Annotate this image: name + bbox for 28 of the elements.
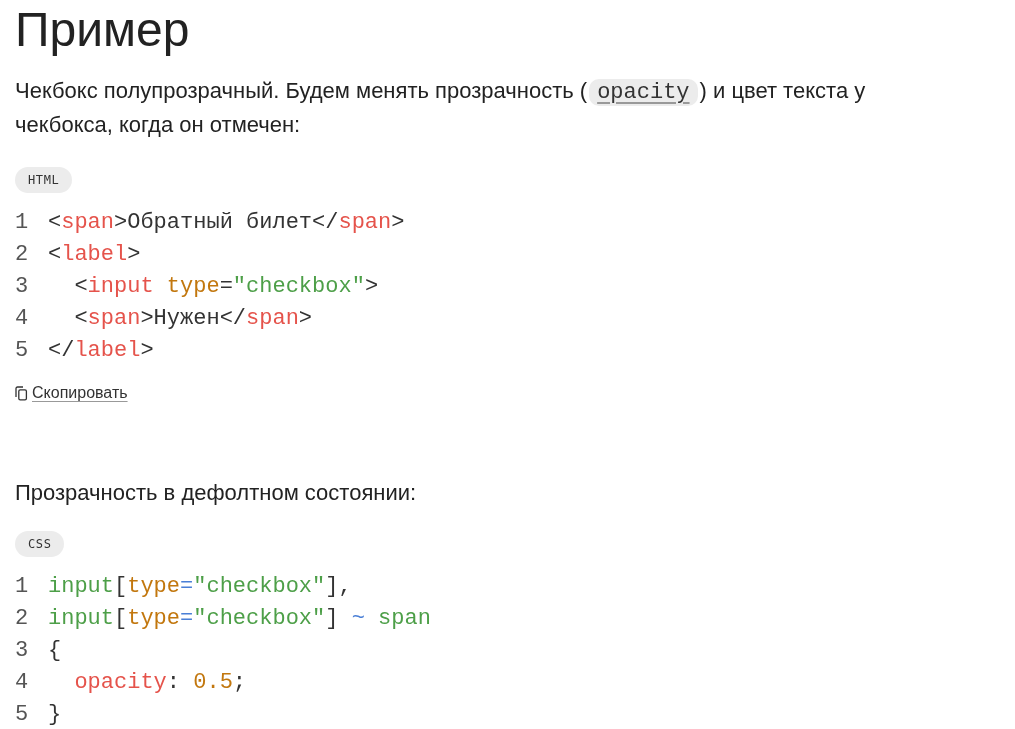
code-line: <span>Нужен</span> bbox=[73, 305, 313, 333]
code-link[interactable]: opacity bbox=[589, 79, 698, 106]
code-line: opacity: 0.5; bbox=[73, 669, 247, 697]
copy-icon bbox=[15, 385, 28, 401]
line-number: 5 bbox=[15, 701, 30, 729]
language-label: HTML bbox=[15, 167, 73, 193]
line-number: 1 bbox=[15, 573, 30, 601]
code-line: input[type="checkbox"] ~ span bbox=[48, 605, 431, 633]
code-line: <label> bbox=[48, 241, 141, 269]
intro-paragraph: Чекбокс полупрозрачный. Будем менять прозрачность ( opacity ) и цвет текста у чекбокса, когда он отмечен: bbox=[15, 77, 867, 139]
line-number: 4 bbox=[15, 669, 30, 697]
line-number: 2 bbox=[15, 605, 30, 633]
code-line: } bbox=[48, 701, 62, 729]
language-label: CSS bbox=[15, 531, 65, 557]
line-number: 5 bbox=[15, 337, 30, 365]
code-line: <span>Обратный билет</span> bbox=[48, 209, 405, 237]
paragraph: Прозрачность в дефолтном состоянии: bbox=[15, 479, 418, 507]
line-number: 1 bbox=[15, 209, 30, 237]
code-line: </label> bbox=[48, 337, 154, 365]
line-number: 2 bbox=[15, 241, 30, 269]
code-line: input[type="checkbox"], bbox=[48, 573, 352, 601]
page-heading: Пример bbox=[15, 2, 191, 58]
code-line: <input type="checkbox"> bbox=[73, 273, 379, 301]
line-number: 3 bbox=[15, 273, 30, 301]
code-line: { bbox=[48, 637, 62, 665]
line-number: 4 bbox=[15, 305, 30, 333]
line-number: 3 bbox=[15, 637, 30, 665]
copy-link[interactable]: Скопировать bbox=[15, 381, 128, 405]
